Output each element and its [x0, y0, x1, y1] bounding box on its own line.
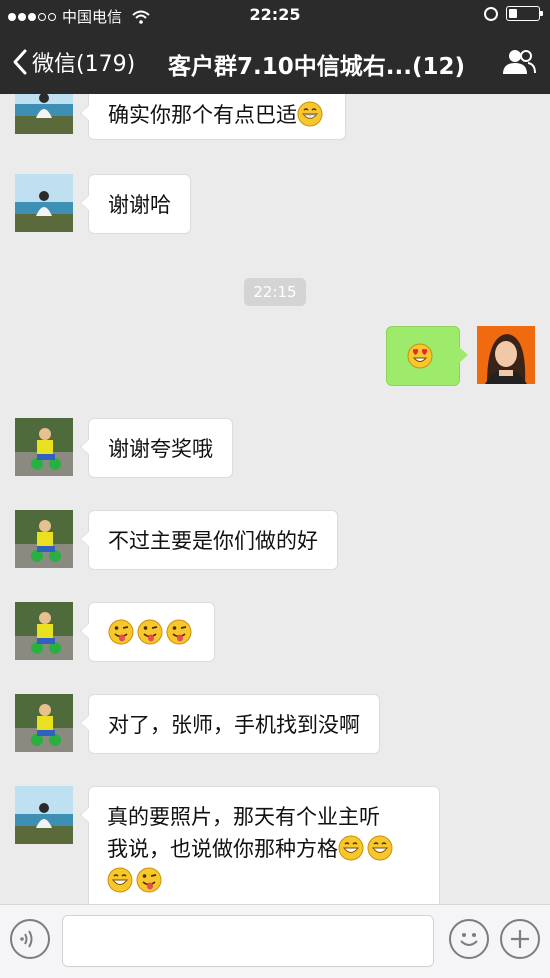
more-options-button[interactable] — [500, 919, 540, 959]
group-members-button[interactable] — [502, 48, 536, 80]
message-text: 我说，也说做你那种方格 — [107, 837, 338, 861]
message-bubble[interactable] — [80, 602, 215, 662]
message-bubble[interactable]: 谢谢夸奖哦 — [80, 418, 233, 478]
emoji-button[interactable] — [449, 919, 489, 959]
message-bubble[interactable]: 谢谢哈 — [80, 174, 191, 234]
back-button[interactable]: 微信(179) — [12, 46, 135, 78]
message-input[interactable] — [62, 915, 434, 967]
woman-avatar-icon[interactable] — [477, 326, 535, 384]
nav-bar: 微信(179) 客户群7.10中信城右...(12) — [0, 30, 550, 94]
heart-eyes-emoji-icon — [407, 343, 433, 369]
voice-input-button[interactable] — [10, 919, 50, 959]
grin-emoji-icon — [297, 101, 323, 127]
message-text: 谢谢哈 — [108, 193, 171, 217]
wink-tongue-emoji-icon — [136, 867, 162, 893]
wink-tongue-emoji-icon — [108, 619, 134, 645]
plus-icon — [511, 930, 529, 948]
child-avatar-icon[interactable] — [15, 510, 73, 568]
message-bubble[interactable]: 不过主要是你们做的好 — [80, 510, 338, 570]
input-bar — [0, 904, 550, 978]
grin-emoji-icon — [107, 867, 133, 893]
message-text-line: 我说，也说做你那种方格 — [107, 833, 421, 865]
chevron-left-icon — [13, 49, 27, 75]
beach-avatar-icon[interactable] — [15, 94, 73, 134]
wink-tongue-emoji-icon — [166, 619, 192, 645]
chat-title: 客户群7.10中信城右...(12) — [168, 54, 465, 80]
message-bubble[interactable]: 真的要照片，那天有个业主听 我说，也说做你那种方格 — [80, 786, 440, 904]
rotation-lock-icon — [484, 6, 498, 21]
beach-avatar-icon[interactable] — [15, 786, 73, 844]
back-label: 微信(179) — [32, 52, 136, 77]
status-time: 22:25 — [249, 5, 301, 24]
timestamp-chip: 22:15 — [244, 278, 306, 306]
status-bar: 中国电信 22:25 — [0, 0, 550, 30]
message-bubble[interactable] — [386, 326, 468, 386]
message-bubble[interactable]: 对了，张师，手机找到没啊 — [80, 694, 380, 754]
grin-emoji-icon — [367, 835, 393, 861]
group-members-icon — [503, 50, 536, 74]
message-text: 谢谢夸奖哦 — [108, 437, 213, 461]
child-avatar-icon[interactable] — [15, 694, 73, 752]
message-text: 确实你那个有点巴适 — [108, 103, 297, 127]
message-text-line — [107, 865, 421, 897]
grin-emoji-icon — [338, 835, 364, 861]
message-text: 不过主要是你们做的好 — [108, 529, 318, 553]
message-text-line: 真的要照片，那天有个业主听 — [107, 805, 380, 829]
voice-icon — [20, 930, 33, 948]
battery-icon — [506, 6, 543, 21]
status-right — [484, 6, 543, 21]
wink-tongue-emoji-icon — [137, 619, 163, 645]
smiley-icon — [460, 933, 478, 946]
beach-avatar-icon[interactable] — [15, 174, 73, 232]
message-text: 对了，张师，手机找到没啊 — [108, 713, 360, 737]
child-avatar-icon[interactable] — [15, 418, 73, 476]
chat-area[interactable]: 确实你那个有点巴适 谢谢哈 22:15 谢谢夸奖哦 不过主要是你们做的好 对了，… — [0, 94, 550, 904]
child-avatar-icon[interactable] — [15, 602, 73, 660]
message-bubble[interactable]: 确实你那个有点巴适 — [80, 94, 346, 140]
